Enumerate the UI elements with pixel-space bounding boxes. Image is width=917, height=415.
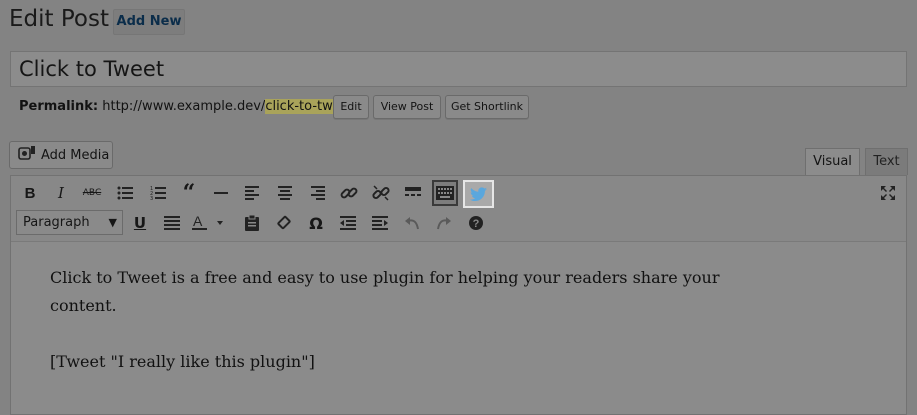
- align-center-icon[interactable]: [272, 180, 298, 206]
- italic-icon[interactable]: I: [48, 180, 74, 206]
- post-title-input[interactable]: [10, 51, 907, 87]
- bulleted-list-icon[interactable]: [112, 180, 138, 206]
- view-post-button[interactable]: View Post: [373, 95, 441, 119]
- strikethrough-icon[interactable]: ABC: [79, 180, 105, 206]
- indent-icon[interactable]: [367, 210, 393, 236]
- format-select-value: Paragraph: [23, 215, 90, 230]
- special-character-icon[interactable]: Ω: [303, 210, 329, 236]
- unlink-icon[interactable]: [368, 180, 394, 206]
- add-media-icon: [18, 145, 36, 165]
- outdent-icon[interactable]: [335, 210, 361, 236]
- svg-text:?: ?: [473, 218, 480, 230]
- text-color-icon[interactable]: A: [191, 210, 233, 236]
- get-shortlink-button[interactable]: Get Shortlink: [445, 95, 529, 119]
- blockquote-icon[interactable]: “: [176, 180, 202, 206]
- edit-permalink-button[interactable]: Edit: [333, 95, 369, 119]
- align-left-icon[interactable]: [240, 180, 266, 206]
- page-title: Edit Post: [9, 6, 109, 32]
- twitter-bird-icon[interactable]: [463, 180, 494, 208]
- content-paragraph: Click to Tweet is a free and easy to use…: [50, 268, 720, 315]
- add-new-button[interactable]: Add New: [113, 9, 185, 35]
- tweet-shortcode: [Tweet "I really like this plugin"]: [50, 352, 315, 371]
- help-icon[interactable]: ?: [463, 210, 489, 236]
- chevron-down-icon: ▼: [108, 216, 117, 229]
- undo-icon[interactable]: [399, 210, 425, 236]
- align-right-icon[interactable]: [304, 180, 330, 206]
- toolbar-toggle-icon[interactable]: [432, 180, 458, 206]
- permalink-label: Permalink:: [19, 99, 99, 114]
- underline-icon[interactable]: U: [127, 210, 153, 236]
- read-more-icon[interactable]: [400, 180, 426, 206]
- add-media-button[interactable]: Add Media: [9, 141, 113, 169]
- svg-text:A: A: [193, 215, 203, 229]
- svg-text:3: 3: [150, 196, 153, 200]
- add-media-label: Add Media: [41, 147, 110, 163]
- permalink-url-prefix: http://www.example.dev/: [102, 99, 266, 114]
- editor-toolbar: B I ABC 123 “ Paragraph ▼ U A Ω ?: [11, 176, 906, 242]
- tab-text[interactable]: Text: [865, 148, 908, 175]
- tab-visual[interactable]: Visual: [805, 148, 860, 175]
- editor-content[interactable]: Click to Tweet is a free and easy to use…: [50, 264, 730, 404]
- bold-icon[interactable]: B: [17, 180, 43, 206]
- fullscreen-icon[interactable]: [875, 180, 901, 206]
- justify-icon[interactable]: [159, 210, 185, 236]
- numbered-list-icon[interactable]: 123: [145, 180, 171, 206]
- format-select[interactable]: Paragraph ▼: [16, 210, 123, 235]
- paste-as-text-icon[interactable]: [239, 210, 265, 236]
- clear-formatting-icon[interactable]: [271, 210, 297, 236]
- redo-icon[interactable]: [431, 210, 457, 236]
- horizontal-line-icon[interactable]: [208, 180, 234, 206]
- post-editor: B I ABC 123 “ Paragraph ▼ U A Ω ? Click …: [10, 175, 907, 415]
- permalink-row: Permalink: http://www.example.dev/click-…: [19, 99, 358, 114]
- link-icon[interactable]: [336, 180, 362, 206]
